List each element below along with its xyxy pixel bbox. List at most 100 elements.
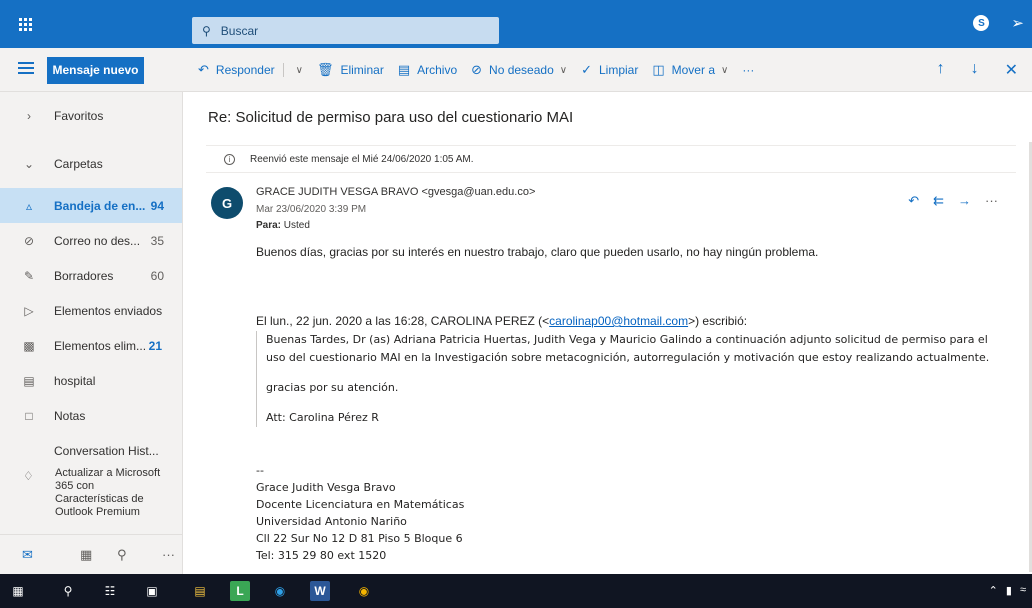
sidebar-item-inbox[interactable]: ▵ Bandeja de en... 94 [0, 188, 182, 223]
favorites-header[interactable]: › Favoritos [0, 92, 182, 140]
sweep-label: Limpiar [598, 63, 639, 77]
move-to-button[interactable]: ◫ Mover a ∨ [652, 62, 728, 78]
windows-start-icon[interactable]: ▦ [8, 581, 28, 601]
signature: -- Grace Judith Vesga Bravo Docente Lice… [256, 462, 464, 564]
reply-icon: ↶ [198, 62, 209, 77]
sidebar-item-conversation-history[interactable]: Conversation Hist... [0, 433, 182, 468]
block-icon: ⊘ [23, 233, 35, 248]
search-icon: ⚲ [202, 23, 211, 38]
diamond-icon: ♢ [23, 469, 34, 483]
unread-count: 94 [150, 198, 164, 213]
trash-icon: 🗑 [316, 62, 334, 77]
sidebar-item-deleted[interactable]: ▩ Elementos elim... 21 [0, 328, 182, 363]
quote-text: Buenas Tardes, Dr (as) Adriana Patricia … [266, 333, 988, 346]
unread-count: 21 [148, 338, 162, 353]
skype-icon[interactable]: S [973, 15, 990, 31]
upgrade-promo[interactable]: ♢ Actualizar a Microsoft 365 con Caracte… [0, 467, 183, 527]
more-icon[interactable]: ··· [162, 547, 175, 562]
junk-label: No deseado [489, 63, 554, 77]
close-icon[interactable]: ✕ [1005, 60, 1018, 80]
favorites-label: Favoritos [54, 109, 104, 123]
message-body: Buenos días, gracias por su interés en n… [256, 245, 819, 259]
upgrade-text: Actualizar a Microsoft 365 con Caracterí… [55, 467, 161, 518]
search-box[interactable]: ⚲ [192, 17, 499, 44]
forward-info-bar: i Reenvió este mensaje el Mié 24/06/2020… [206, 145, 1016, 173]
file-explorer-icon[interactable]: ▤ [190, 581, 210, 601]
chrome-icon[interactable]: ◉ [354, 581, 374, 601]
quoted-message: Buenas Tardes, Dr (as) Adriana Patricia … [256, 331, 1016, 427]
reply-button[interactable]: ↶ Responder [198, 62, 275, 78]
email-link[interactable]: carolinap00@hotmail.com [549, 314, 688, 328]
sender[interactable]: GRACE JUDITH VESGA BRAVO <gvesga@uan.edu… [256, 186, 535, 198]
system-tray[interactable]: ⌃ ▮ ≈ [989, 584, 1026, 597]
pencil-icon: ✎ [23, 268, 35, 283]
message-subject: Re: Solicitud de permiso para uso del cu… [208, 109, 574, 126]
folders-label: Carpetas [54, 157, 103, 171]
sidebar-item-label: Correo no des... [54, 233, 141, 248]
arrow-down-icon[interactable]: ↓ [971, 60, 979, 80]
more-icon: ··· [742, 63, 755, 77]
item-count: 35 [150, 233, 164, 248]
delete-button[interactable]: 🗑 Eliminar [317, 62, 384, 78]
forward-info-text: Reenvió este mensaje el Mié 24/06/2020 1… [250, 153, 474, 165]
mail-icon[interactable]: ✉ [22, 547, 33, 563]
new-message-button[interactable]: Mensaje nuevo [47, 57, 144, 84]
avatar[interactable]: G [211, 187, 243, 219]
app-icon[interactable]: L [230, 581, 250, 601]
broom-icon: ✓ [581, 62, 592, 77]
quote-text: Att: Carolina Pérez R [266, 411, 379, 424]
store-icon[interactable]: ▣ [142, 581, 162, 601]
signature-line: Docente Licenciatura en Matemáticas [256, 498, 465, 511]
sidebar-item-drafts[interactable]: ✎ Borradores 60 [0, 258, 182, 293]
chevron-right-icon: › [27, 109, 31, 123]
reply-options-button[interactable]: ∨ [290, 65, 303, 76]
note-icon: □ [25, 408, 33, 423]
sidebar-item-label: Notas [54, 408, 86, 423]
reply-label: Responder [215, 63, 275, 77]
junk-button[interactable]: ⊘ No deseado ∨ [471, 62, 567, 78]
sidebar-item-label: hospital [54, 373, 96, 388]
sweep-button[interactable]: ✓ Limpiar [581, 62, 638, 78]
edge-icon[interactable]: ◉ [270, 581, 290, 601]
battery-icon[interactable]: ▮ [1006, 584, 1012, 597]
delete-label: Eliminar [340, 63, 384, 77]
sidebar-item-notes[interactable]: □ Notas [0, 398, 182, 433]
sidebar-item-label: Bandeja de en... [54, 198, 146, 213]
move-icon: ◫ [652, 62, 665, 77]
more-actions-button[interactable]: ··· [742, 63, 754, 77]
folder-icon: ▤ [23, 373, 35, 388]
more-icon[interactable]: ··· [985, 193, 998, 209]
block-icon: ⊘ [471, 62, 483, 77]
sidebar-item-hospital[interactable]: ▤ hospital [0, 363, 182, 398]
word-icon[interactable]: W [310, 581, 330, 601]
sidebar-item-label: Elementos enviados [54, 303, 163, 318]
forward-icon[interactable]: → [958, 193, 971, 209]
search-input[interactable] [220, 23, 471, 38]
sidebar-item-junk[interactable]: ⊘ Correo no des... 35 [0, 223, 182, 258]
calendar-icon[interactable]: ▦ [80, 547, 92, 563]
sidebar-item-sent[interactable]: ▷ Elementos enviados [0, 293, 182, 328]
inbox-icon: ▵ [25, 198, 33, 213]
info-icon: i [224, 153, 235, 165]
app-launcher-icon[interactable] [0, 0, 50, 48]
reply-icon[interactable]: ↶ [908, 193, 919, 209]
menu-icon[interactable] [18, 62, 34, 77]
folders-header[interactable]: ⌄ Carpetas [0, 140, 182, 188]
quote-text: gracias por su atención. [266, 381, 399, 394]
feedback-icon[interactable]: ➢ [1011, 14, 1024, 32]
trash-icon: ▩ [23, 338, 35, 353]
sidebar-item-label: Elementos elim... [54, 338, 147, 353]
quote-header: El lun., 22 jun. 2020 a las 16:28, CAROL… [256, 314, 747, 328]
wifi-icon[interactable]: ≈ [1020, 584, 1026, 597]
folder-pane: › Favoritos ⌄ Carpetas ▵ Bandeja de en..… [0, 92, 183, 574]
people-icon[interactable]: ⚲ [117, 547, 127, 563]
archive-button[interactable]: ▤ Archivo [398, 62, 457, 78]
task-view-icon[interactable]: ☷ [100, 581, 120, 601]
reply-all-icon[interactable]: ⇇ [933, 193, 944, 209]
chevron-up-icon[interactable]: ⌃ [989, 584, 998, 597]
module-switcher: ✉ ▦ ⚲ ··· [0, 534, 183, 574]
move-to-label: Mover a [671, 63, 715, 77]
search-icon[interactable]: ⚲ [58, 581, 78, 601]
to-label: Para: [256, 220, 282, 231]
arrow-up-icon[interactable]: ↑ [937, 60, 945, 80]
